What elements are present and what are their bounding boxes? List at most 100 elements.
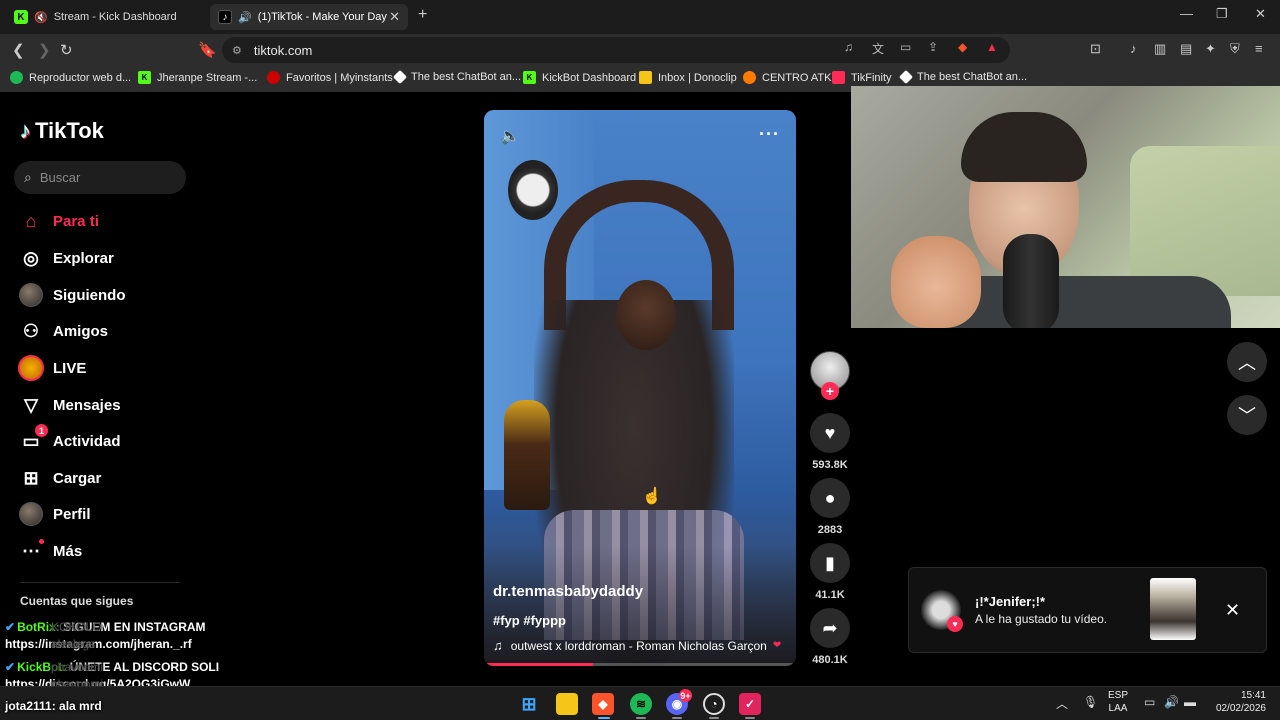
nav-para-ti[interactable]: ⌂ Para ti bbox=[18, 207, 198, 235]
sidebar-icon[interactable]: ▥ bbox=[1154, 41, 1166, 57]
spotify-icon bbox=[10, 71, 23, 84]
video-author[interactable]: dr.tenmasbabydaddy bbox=[493, 583, 643, 600]
notification-thumbnail[interactable] bbox=[1150, 578, 1196, 640]
discord-icon[interactable]: ◉ 9+ bbox=[666, 689, 692, 715]
system-clock[interactable]: 15:41 02/02/2026 bbox=[1210, 689, 1266, 715]
bookmark-item[interactable]: TikFinity bbox=[832, 71, 892, 84]
share-icon[interactable]: ⇪ bbox=[928, 40, 938, 54]
reload-button[interactable]: ↻ bbox=[60, 41, 73, 59]
bookmark-item[interactable]: CENTRO ATK bbox=[743, 71, 831, 84]
nav-cargar[interactable]: ⊞ Cargar bbox=[18, 464, 198, 492]
leo-icon[interactable]: ✦ bbox=[1205, 41, 1216, 57]
nav-live[interactable]: LIVE bbox=[18, 354, 198, 382]
nav-mensajes[interactable]: ▽ Mensajes bbox=[18, 391, 198, 419]
tab-tiktok[interactable]: ♪ 🔊 (1)TikTok - Make Your Day ✕ bbox=[210, 4, 408, 30]
notification-user: ¡!*Jenifer;!* bbox=[975, 594, 1046, 609]
atk-icon bbox=[743, 71, 756, 84]
menu-icon[interactable]: ≡ bbox=[1255, 41, 1263, 56]
bookmark-item[interactable]: Reproductor web d... bbox=[10, 71, 131, 84]
vase bbox=[504, 400, 550, 510]
more-options-icon[interactable]: ··· bbox=[759, 124, 780, 145]
tab-bar: K 🔇 Stream - Kick Dashboard ♪ 🔊 (1)TikTo… bbox=[0, 0, 1280, 34]
messages-icon: ▽ bbox=[24, 394, 38, 415]
bookmark-item[interactable]: The best ChatBot an... bbox=[392, 69, 521, 85]
activity-badge: 1 bbox=[35, 424, 48, 437]
tab-kick-dashboard[interactable]: K 🔇 Stream - Kick Dashboard bbox=[6, 4, 206, 30]
kick-icon: K bbox=[138, 71, 151, 84]
live-avatar bbox=[18, 355, 44, 381]
chatbot-icon bbox=[898, 69, 914, 85]
comment-count: 2883 bbox=[817, 524, 843, 536]
cast-icon[interactable]: ▭ bbox=[900, 40, 911, 54]
nav-siguiendo[interactable]: Siguiendo bbox=[18, 281, 198, 309]
app-icon[interactable]: ✓ bbox=[739, 693, 761, 715]
bookmark-item[interactable]: K KickBot Dashboard bbox=[523, 71, 636, 84]
windows-start-icon[interactable]: ⊞ bbox=[518, 693, 540, 715]
share-button[interactable]: ➦ bbox=[810, 608, 850, 648]
search-input[interactable] bbox=[39, 170, 160, 185]
video-music[interactable]: ♫ outwest x lorddroman - Roman Nicholas … bbox=[493, 638, 781, 653]
tray-chevron-icon[interactable]: ︿ bbox=[1056, 695, 1068, 712]
minimize-button[interactable]: — bbox=[1180, 6, 1193, 21]
video-hashtags[interactable]: #fyp #fyppp bbox=[493, 613, 566, 628]
microphone-icon[interactable]: 🎙 bbox=[1083, 695, 1098, 709]
bookmark-item[interactable]: K Jheranpe Stream -... bbox=[138, 71, 257, 84]
battery-icon[interactable]: ▬ bbox=[1184, 695, 1196, 709]
file-explorer-icon[interactable] bbox=[556, 693, 578, 715]
brave-icon[interactable]: ◆ bbox=[592, 693, 614, 715]
donoclip-icon bbox=[639, 71, 652, 84]
taskbar: jota2111: ala mrd ⊞ ◆ ≋ ◉ 9+ ◔ ✓ ︿ 🎙 ESP … bbox=[0, 686, 1280, 720]
video-player[interactable]: 🔈 ··· dr.tenmasbabydaddy #fyp #fyppp ♫ o… bbox=[484, 110, 796, 666]
vpn-icon[interactable]: ⛨ bbox=[1230, 41, 1240, 57]
media-icon[interactable]: ♪ bbox=[1130, 41, 1137, 56]
video-progress[interactable] bbox=[484, 663, 796, 666]
bookmark-icon[interactable]: 🔖 bbox=[198, 41, 217, 59]
tiktok-logo[interactable]: ♪ TikTok bbox=[20, 118, 104, 144]
previous-video-button[interactable]: ︿ bbox=[1227, 342, 1267, 382]
nav-perfil[interactable]: Perfil bbox=[18, 500, 198, 528]
divider bbox=[20, 582, 180, 583]
save-button[interactable]: ▮ bbox=[810, 543, 850, 583]
translate-icon[interactable]: 文 bbox=[872, 40, 884, 57]
obs-icon[interactable]: ◔ bbox=[703, 693, 725, 715]
new-tab-button[interactable]: + bbox=[418, 6, 427, 24]
compass-icon: ◎ bbox=[23, 247, 39, 268]
close-window-button[interactable]: ✕ bbox=[1255, 6, 1266, 22]
nav-amigos[interactable]: ⚇ Amigos bbox=[18, 317, 198, 345]
like-notification[interactable]: ♥ ¡!*Jenifer;!* A le ha gustado tu vídeo… bbox=[908, 567, 1267, 653]
url-field[interactable]: ⚙ tiktok.com bbox=[222, 37, 1010, 63]
site-info-icon[interactable]: ⚙ bbox=[232, 44, 242, 57]
volume-icon[interactable]: 🔊 bbox=[1164, 695, 1179, 709]
close-tab-icon[interactable]: ✕ bbox=[389, 9, 400, 25]
bookmark-item[interactable]: Favoritos | Myinstants bbox=[267, 71, 393, 84]
brave-rewards-icon[interactable]: ▲ bbox=[986, 40, 998, 54]
maximize-button[interactable]: ❐ bbox=[1216, 6, 1228, 22]
audio-off-icon[interactable]: ♫ bbox=[844, 40, 853, 54]
bookmark-item[interactable]: The best ChatBot an... bbox=[898, 69, 1027, 85]
url-text: tiktok.com bbox=[253, 42, 313, 58]
bookmark-item[interactable]: Inbox | Donoclip bbox=[639, 71, 737, 84]
network-icon[interactable]: ▭ bbox=[1144, 695, 1155, 709]
next-video-button[interactable]: ﹀ bbox=[1227, 395, 1267, 435]
like-button[interactable]: ♥ bbox=[810, 413, 850, 453]
kick-icon: K bbox=[14, 10, 28, 24]
language-indicator[interactable]: ESP LAA bbox=[1108, 689, 1128, 715]
comment-button[interactable]: ● bbox=[810, 478, 850, 518]
wall-clock bbox=[508, 160, 558, 220]
webcam-overlay bbox=[851, 86, 1280, 328]
brave-shields-icon[interactable]: ◆ bbox=[958, 40, 967, 54]
nav-mas[interactable]: ⋯ Más bbox=[18, 537, 198, 565]
muted-icon: 🔇 bbox=[34, 11, 48, 24]
back-button[interactable]: ❮ bbox=[12, 41, 25, 59]
follow-plus-button[interactable]: + bbox=[821, 382, 839, 400]
discord-badge: 9+ bbox=[679, 689, 692, 702]
nav-explorar[interactable]: ◎ Explorar bbox=[18, 244, 198, 272]
close-icon[interactable]: ✕ bbox=[1225, 600, 1240, 621]
wallet-icon[interactable]: ▤ bbox=[1180, 41, 1192, 57]
spotify-icon[interactable]: ≋ bbox=[630, 693, 652, 715]
nav-actividad[interactable]: ▭ 1 Actividad bbox=[18, 424, 198, 455]
screenshot-icon[interactable]: ⊡ bbox=[1090, 41, 1101, 57]
forward-button[interactable]: ❯ bbox=[38, 41, 51, 59]
volume-icon[interactable]: 🔈 bbox=[500, 126, 520, 146]
video-progress-fill bbox=[484, 663, 594, 666]
